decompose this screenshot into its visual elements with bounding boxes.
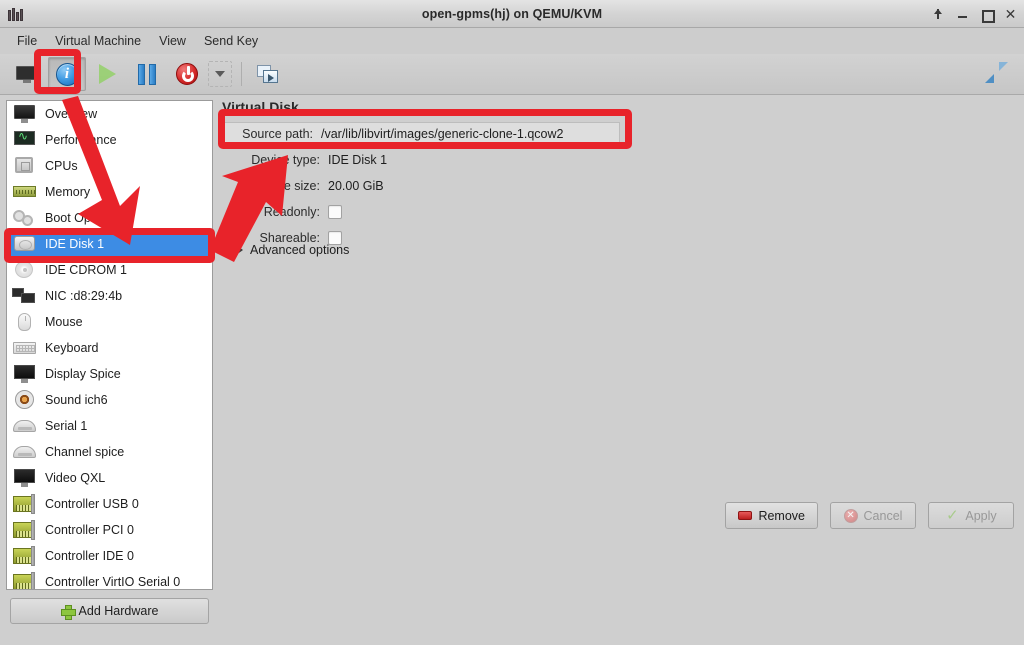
annotation-arrow-to-source-path <box>210 155 288 262</box>
annotation-arrow-to-ide-disk <box>62 96 140 245</box>
annotation-arrows <box>62 96 288 262</box>
virt-manager-window: open-gpms(hj) on QEMU/KVM ✕ File Virtual… <box>0 0 1024 645</box>
